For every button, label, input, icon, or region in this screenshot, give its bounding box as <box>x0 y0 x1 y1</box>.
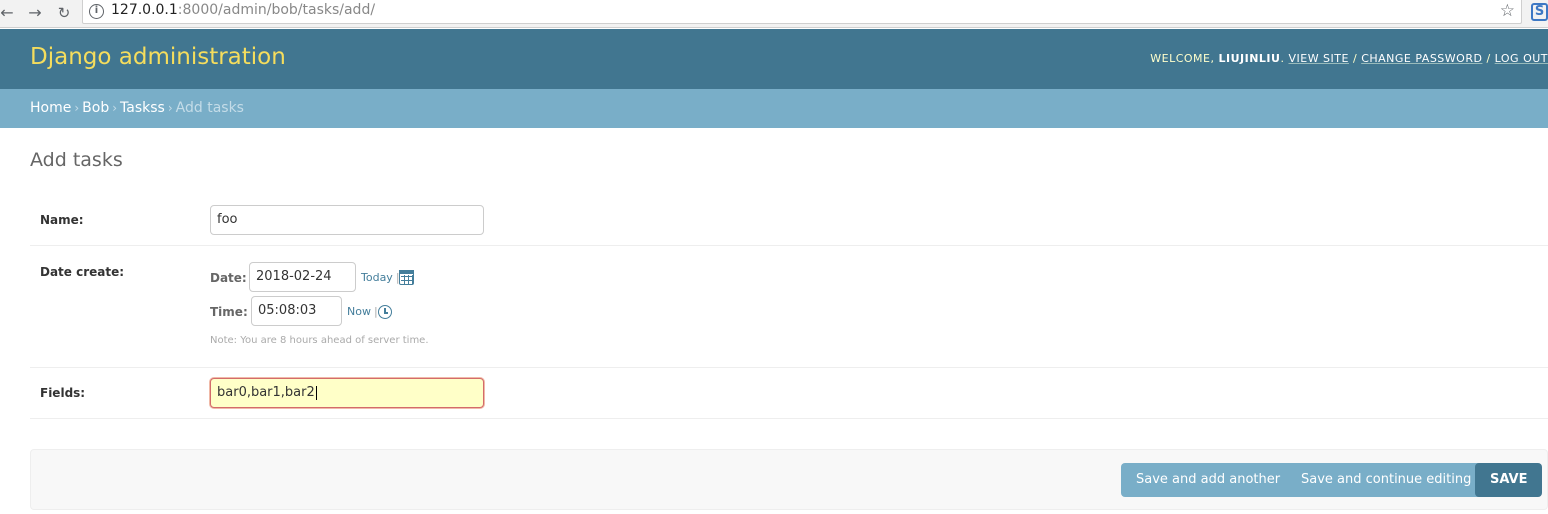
bookmark-star-icon[interactable]: ☆ <box>1500 1 1515 21</box>
browser-toolbar: ← → ↻ i 127.0.0.1:8000/admin/bob/tasks/a… <box>0 0 1548 28</box>
name-input[interactable]: foo <box>210 205 484 235</box>
form-row-fields: Fields: bar0,bar1,bar2 <box>30 368 1548 419</box>
save-and-continue-button[interactable]: Save and continue editing <box>1286 463 1487 497</box>
reload-icon[interactable]: ↻ <box>53 2 75 24</box>
log-out-link[interactable]: LOG OUT <box>1495 52 1548 65</box>
name-label: Name: <box>40 213 84 227</box>
form-row-date-create: Date create: Date: 2018-02-24 Today | Tim… <box>30 246 1548 368</box>
breadcrumb: Home › Bob › Taskss › Add tasks <box>0 89 1548 128</box>
save-and-add-another-button[interactable]: Save and add another <box>1121 463 1296 497</box>
submit-row: Save and add another Save and continue e… <box>30 449 1548 510</box>
calendar-icon[interactable] <box>399 270 414 285</box>
extension-icon[interactable]: S <box>1531 3 1548 21</box>
user-tools: WELCOME, LIUJINLIU. VIEW SITE / CHANGE P… <box>1150 52 1548 65</box>
back-arrow-icon[interactable]: ← <box>0 2 18 24</box>
page-title: Add tasks <box>30 149 123 171</box>
view-site-link[interactable]: VIEW SITE <box>1288 52 1349 65</box>
today-link[interactable]: Today <box>361 271 393 284</box>
save-button[interactable]: SAVE <box>1475 463 1543 497</box>
date-input[interactable]: 2018-02-24 <box>249 262 356 292</box>
forward-arrow-icon[interactable]: → <box>24 2 46 24</box>
timezone-note: Note: You are 8 hours ahead of server ti… <box>210 335 429 346</box>
time-label: Time: <box>210 305 248 319</box>
username: LIUJINLIU <box>1218 52 1281 65</box>
fields-label: Fields: <box>40 386 86 400</box>
date-shortcuts: Today | <box>361 271 400 284</box>
time-shortcuts: Now | <box>347 305 378 318</box>
admin-header: Django administration WELCOME, LIUJINLIU… <box>0 29 1548 89</box>
text-caret <box>315 385 317 400</box>
fields-input-value: bar0,bar1,bar2 <box>217 385 315 400</box>
breadcrumb-model[interactable]: Taskss <box>120 100 165 116</box>
clock-icon[interactable] <box>378 305 392 319</box>
date-create-label: Date create: <box>40 265 125 279</box>
date-label: Date: <box>210 271 247 285</box>
site-info-icon[interactable]: i <box>89 4 104 19</box>
welcome-text: WELCOME, <box>1150 52 1215 65</box>
breadcrumb-app[interactable]: Bob <box>82 100 109 116</box>
url-text[interactable]: 127.0.0.1:8000/admin/bob/tasks/add/ <box>111 2 375 18</box>
form-row-name: Name: foo <box>30 195 1548 246</box>
time-input[interactable]: 05:08:03 <box>251 296 342 326</box>
now-link[interactable]: Now <box>347 305 371 318</box>
address-bar[interactable]: i 127.0.0.1:8000/admin/bob/tasks/add/ ☆ <box>82 0 1522 24</box>
fields-input[interactable]: bar0,bar1,bar2 <box>210 378 484 408</box>
change-password-link[interactable]: CHANGE PASSWORD <box>1361 52 1482 65</box>
breadcrumb-home[interactable]: Home <box>30 100 71 116</box>
site-branding[interactable]: Django administration <box>30 44 286 70</box>
breadcrumb-current: Add tasks <box>175 100 244 116</box>
